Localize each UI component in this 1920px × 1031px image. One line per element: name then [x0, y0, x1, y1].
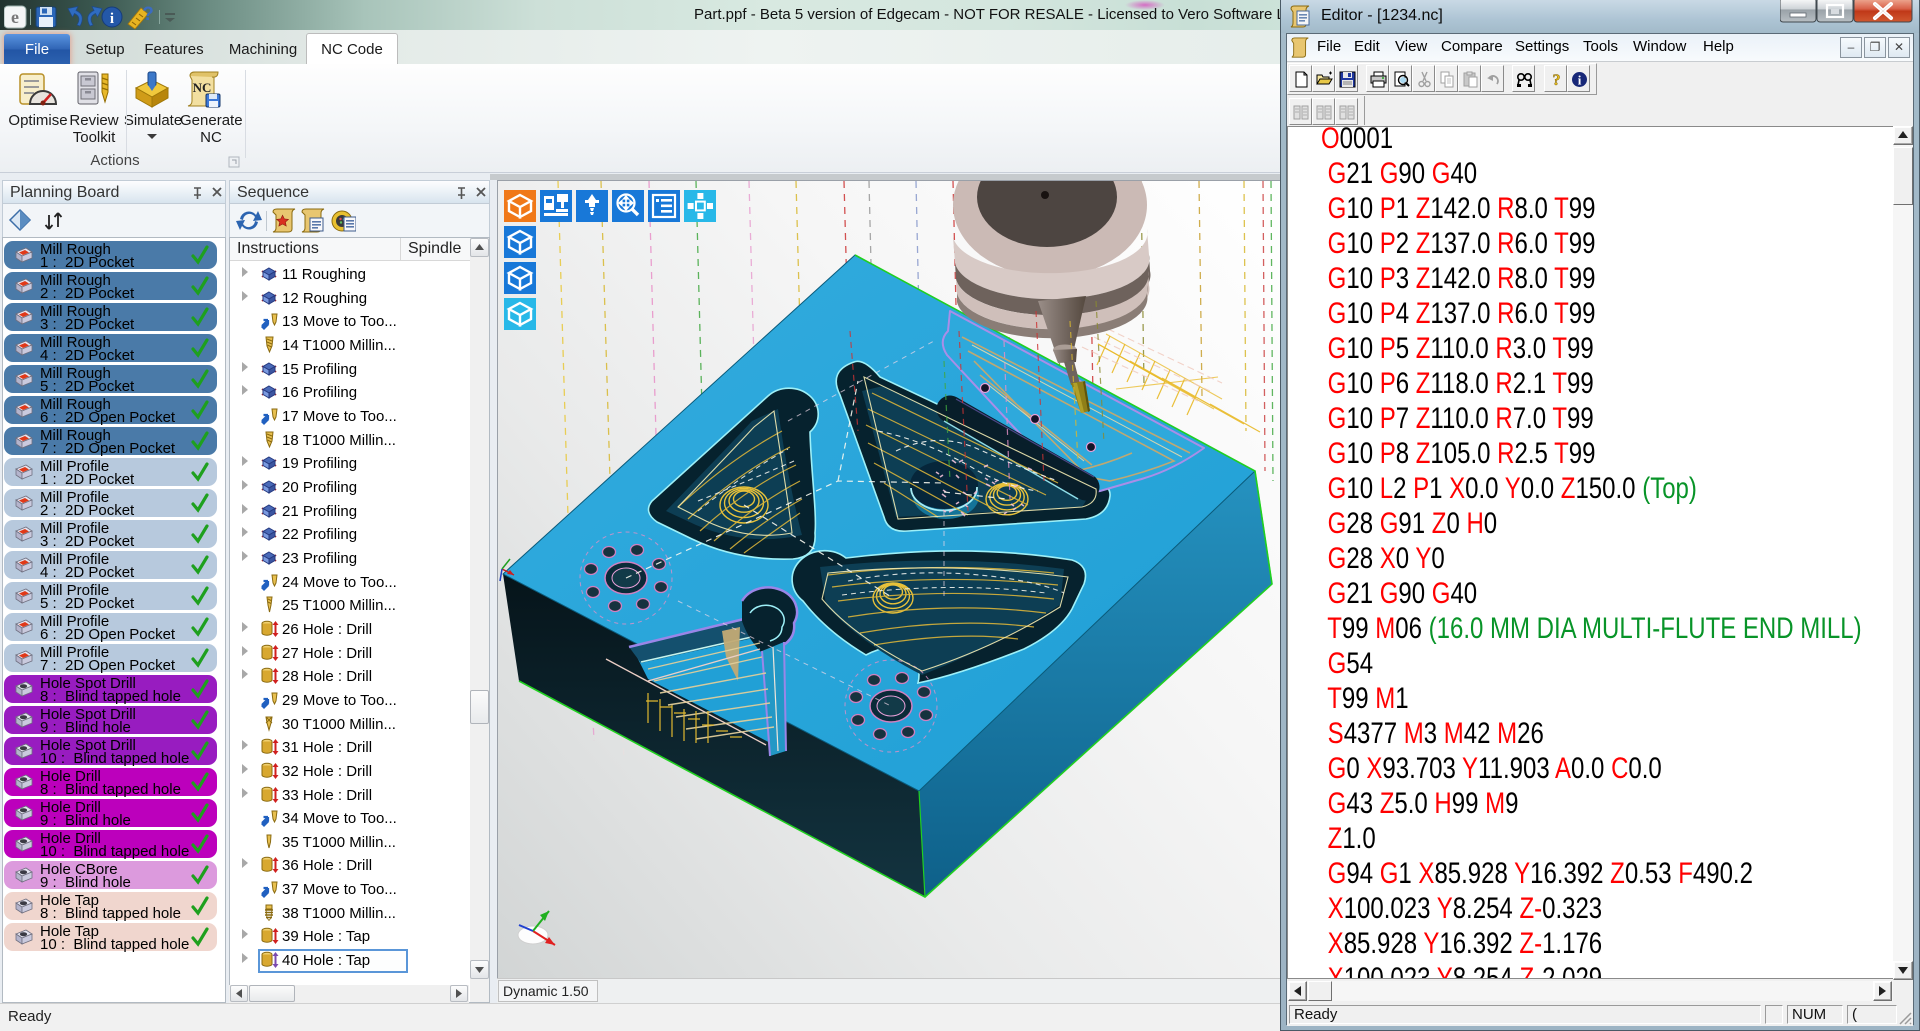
svg-text:i: i — [110, 11, 114, 27]
svg-text:e: e — [11, 7, 19, 27]
svg-text:i: i — [1578, 73, 1582, 88]
svg-text:NC: NC — [193, 80, 212, 95]
svg-text:?: ? — [142, 4, 154, 25]
svg-text:?: ? — [1553, 72, 1561, 88]
